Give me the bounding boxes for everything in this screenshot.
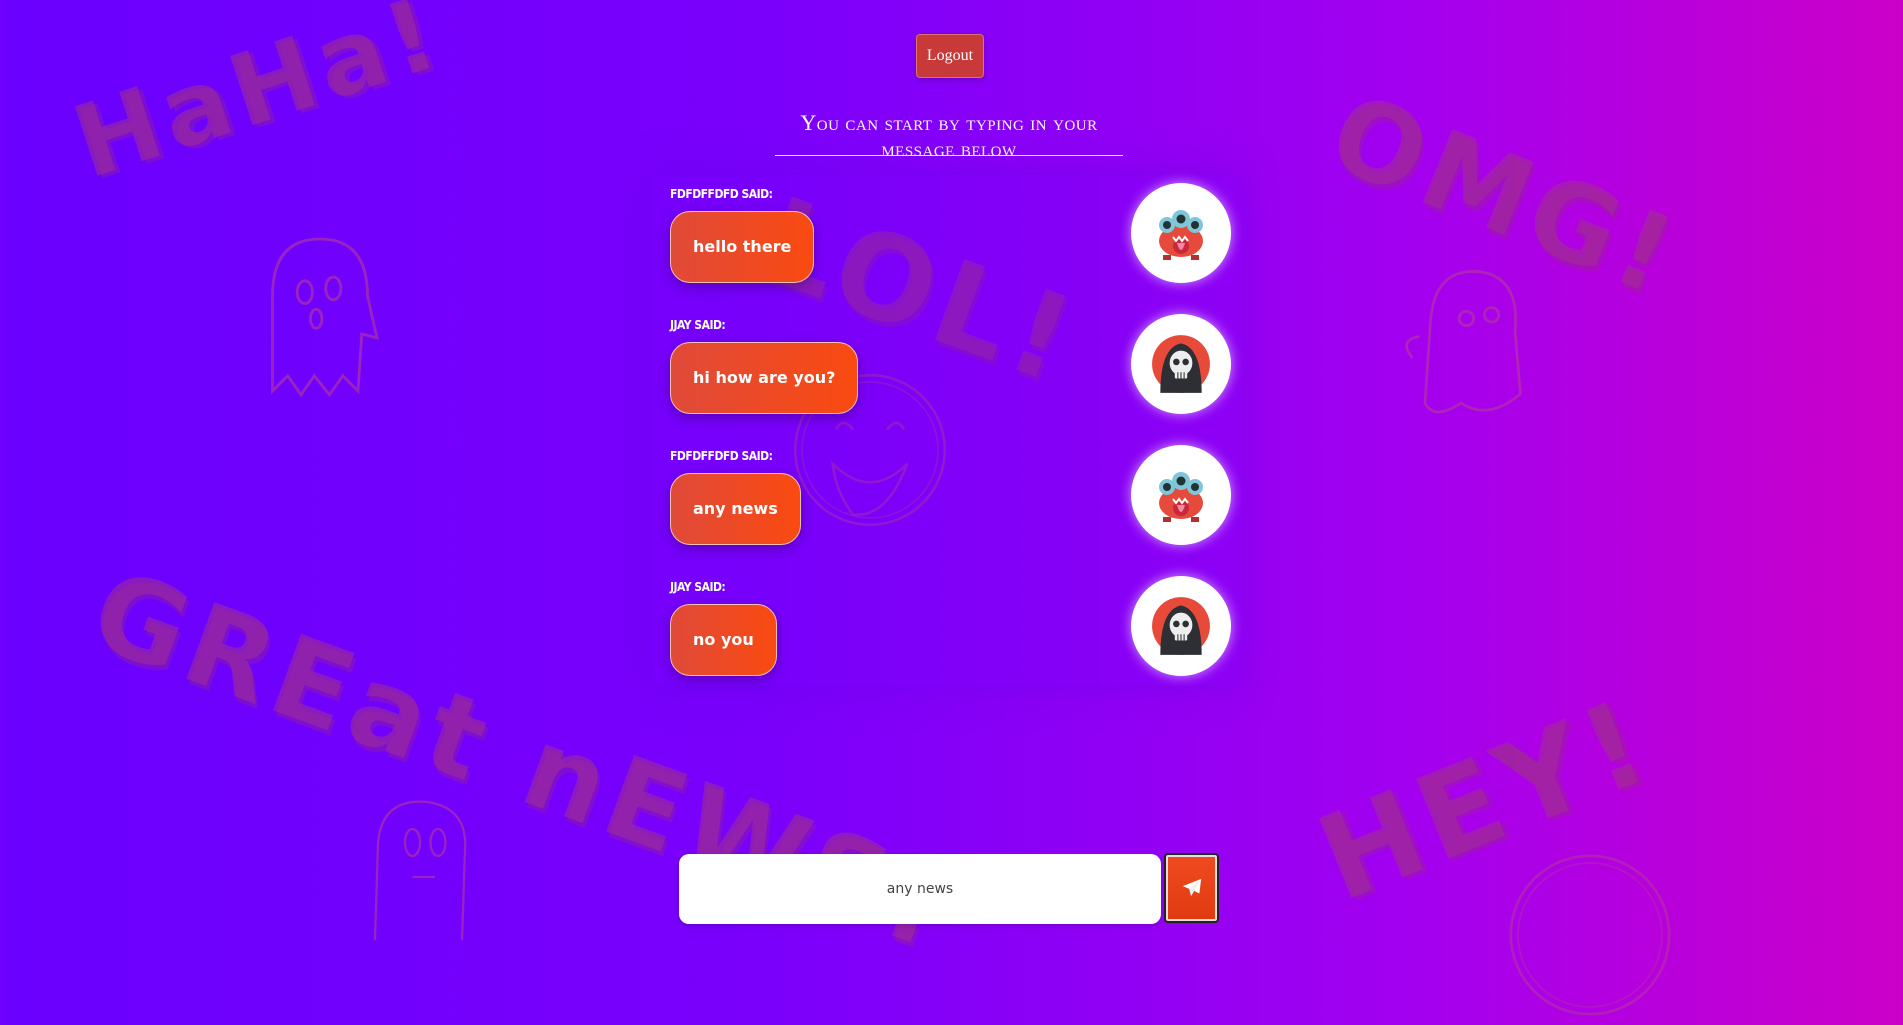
message-bubble: no you <box>670 604 777 676</box>
message-author: FDFDFFDFD SAID: <box>670 187 773 201</box>
avatar <box>1131 183 1231 283</box>
send-button[interactable] <box>1164 853 1219 923</box>
avatar <box>1131 576 1231 676</box>
avatar <box>1131 314 1231 414</box>
ghost-icon <box>1405 270 1522 414</box>
message-item: JJAY SAID: hi how are you? <box>670 316 859 414</box>
message-author: JJAY SAID: <box>670 318 726 332</box>
grim-reaper-icon <box>1152 597 1210 655</box>
message-bubble: hello there <box>670 211 815 283</box>
avatar <box>1131 445 1231 545</box>
grim-reaper-icon <box>1152 335 1210 393</box>
message-bubble: any news <box>670 473 801 545</box>
ghost-icon <box>373 800 467 940</box>
ghost-icon <box>271 237 379 398</box>
three-eyed-monster-icon <box>1159 472 1203 522</box>
message-bubble: hi how are you? <box>670 342 859 414</box>
paper-plane-icon <box>1182 878 1201 897</box>
message-author: JJAY SAID: <box>670 580 726 594</box>
message-author: FDFDFFDFD SAID: <box>670 449 773 463</box>
message-item: JJAY SAID: no you <box>670 578 777 676</box>
title-underline <box>775 155 1123 156</box>
message-item: FDFDFFDFD SAID: any news <box>670 447 801 545</box>
three-eyed-monster-icon <box>1159 210 1203 260</box>
message-item: FDFDFFDFD SAID: hello there <box>670 185 815 283</box>
logout-button[interactable]: Logout <box>916 34 984 78</box>
bg-word-haha: HaHa! <box>60 0 456 202</box>
message-input[interactable] <box>679 854 1161 924</box>
smiley-icon <box>1509 854 1671 1016</box>
